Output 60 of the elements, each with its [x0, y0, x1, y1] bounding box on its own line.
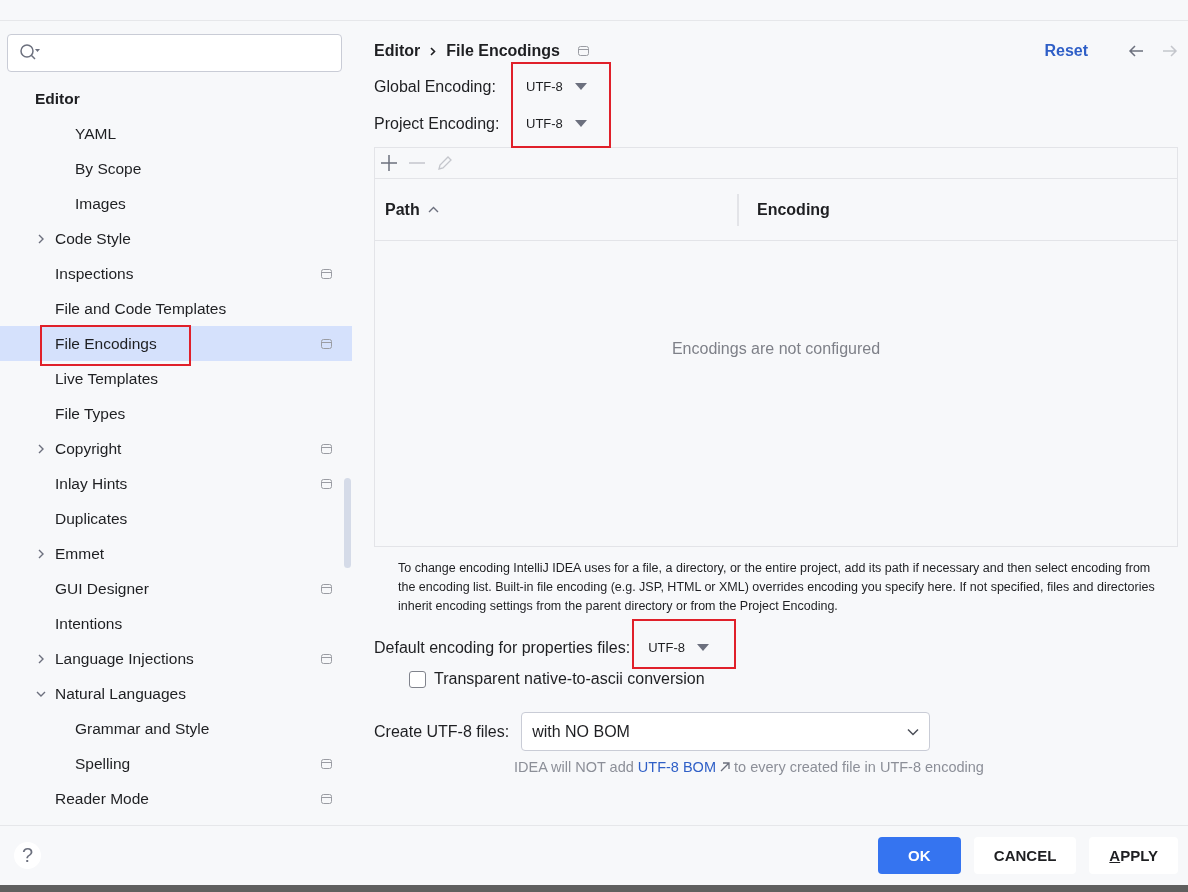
breadcrumb-item: File Encodings	[446, 42, 560, 60]
tree-item[interactable]: Duplicates	[0, 501, 352, 536]
encoding-dropdown[interactable]: UTF-8	[522, 116, 591, 131]
tree-item[interactable]: By Scope	[0, 151, 352, 186]
tree-item[interactable]: Spelling	[0, 746, 352, 781]
tree-item[interactable]: Natural Languages	[0, 676, 352, 711]
breadcrumb-item[interactable]: Editor	[374, 42, 421, 60]
reset-link[interactable]: Reset	[1044, 42, 1088, 60]
tree-item[interactable]: YAML	[0, 116, 352, 151]
encoding-dropdown[interactable]: UTF-8	[644, 640, 713, 655]
tree-item[interactable]: Inlay Hints	[0, 466, 352, 501]
add-icon[interactable]	[381, 155, 397, 171]
help-button[interactable]: ?	[14, 842, 41, 869]
column-header[interactable]: Encoding	[747, 200, 830, 219]
checkbox-label: Transparent native-to-ascii conversion	[434, 670, 705, 688]
tree-item[interactable]: Live Templates	[0, 361, 352, 396]
field-label: Default encoding for properties files:	[374, 638, 631, 657]
dialog-button[interactable]: CANCEL	[973, 837, 1077, 874]
tree-item[interactable]: File Types	[0, 396, 352, 431]
chevron-right-icon	[430, 46, 437, 56]
caret-down-icon	[574, 83, 587, 90]
sort-up-icon	[427, 206, 439, 213]
field-label: Project Encoding:	[374, 114, 501, 133]
chevron-down-icon	[907, 727, 920, 736]
hint-text: IDEA will NOT add UTF-8 BOM to every created file in UTF-8 encoding	[514, 759, 985, 775]
search-field[interactable]	[7, 34, 342, 72]
empty-state-text: Encodings are not configured	[671, 339, 881, 358]
bom-link[interactable]: UTF-8 BOM	[637, 759, 730, 775]
tree-item[interactable]: File and Code Templates	[0, 291, 352, 326]
project-icon	[578, 46, 589, 56]
bom-dropdown[interactable]: with NO BOM	[521, 712, 931, 751]
field-label: Global Encoding:	[374, 77, 497, 96]
dialog-button[interactable]: APPLY	[1089, 837, 1178, 874]
field-label: Create UTF-8 files:	[374, 722, 510, 741]
tree-item[interactable]: GUI Designer	[0, 571, 352, 606]
chevron-right-icon[interactable]	[36, 443, 46, 454]
tree-item[interactable]: Intentions	[0, 606, 352, 641]
checkbox[interactable]	[409, 670, 426, 688]
section-header[interactable]: Editor	[0, 81, 352, 116]
tree-item[interactable]: Copyright	[0, 431, 352, 466]
tree-item[interactable]: Language Injections	[0, 641, 352, 676]
tree-item[interactable]: Grammar and Style	[0, 711, 352, 746]
tree-item[interactable]: Emmet	[0, 536, 352, 571]
caret-down-icon	[697, 644, 709, 651]
tree-item[interactable]: Reader Mode	[0, 781, 352, 816]
encoding-dropdown[interactable]: UTF-8	[522, 79, 591, 94]
chevron-right-icon[interactable]	[36, 548, 46, 559]
tree-item[interactable]: Images	[0, 186, 352, 221]
scrollbar-thumb[interactable]	[344, 478, 351, 568]
help-text: To change encoding IntelliJ IDEA uses for a file, a directory, or the entire project, add its path if necessary and then select encoding from the encoding list. Built-in file encoding (e.g. JSP, HTML or XML) overrides encoding you specify here. If not specified, files and directories inherit encoding settings from the parent directory or from the Project Encoding.	[398, 560, 1156, 615]
back-arrow-icon[interactable]	[1128, 45, 1144, 57]
caret-down-icon	[574, 120, 587, 127]
search-icon	[20, 44, 40, 62]
chevron-right-icon[interactable]	[36, 653, 46, 664]
column-header[interactable]: Path	[375, 200, 737, 219]
tree-item[interactable]: Inspections	[0, 256, 352, 291]
chevron-right-icon[interactable]	[36, 233, 46, 244]
external-link-icon	[720, 762, 730, 772]
dialog-button[interactable]: OK	[877, 837, 961, 874]
tree-item[interactable]: Code Style	[0, 221, 352, 256]
